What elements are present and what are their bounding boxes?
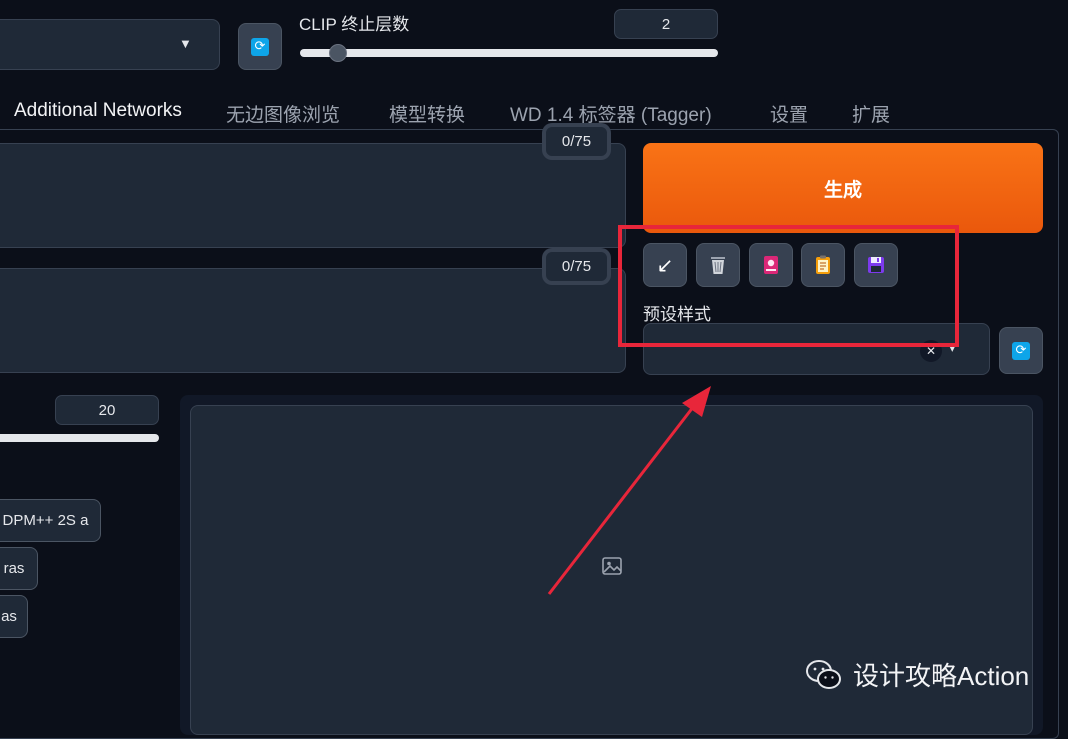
prompt-token-counter: 0/75 bbox=[545, 126, 608, 157]
negative-prompt-token-counter: 0/75 bbox=[545, 251, 608, 282]
refresh-icon: ⟳ bbox=[1012, 341, 1030, 360]
wechat-icon bbox=[806, 659, 841, 689]
generate-button-label: 生成 bbox=[823, 179, 862, 201]
clip-skip-label: CLIP 终止层数 bbox=[299, 15, 410, 34]
tab-tagger[interactable]: WD 1.4 标签器 (Tagger) bbox=[510, 100, 712, 127]
sampler-option[interactable]: as bbox=[0, 595, 28, 638]
generate-button[interactable]: 生成 bbox=[643, 143, 1043, 233]
watermark-text: 设计攻略Action bbox=[853, 661, 1030, 691]
highlight-box bbox=[618, 225, 959, 347]
tab-image-browser[interactable]: 无边图像浏览 bbox=[226, 100, 340, 127]
refresh-checkpoint-button[interactable]: ⟳ bbox=[238, 23, 282, 70]
tab-extensions[interactable]: 扩展 bbox=[852, 100, 890, 127]
clip-skip-slider-thumb[interactable] bbox=[328, 44, 347, 62]
tab-additional-networks[interactable]: Additional Networks bbox=[14, 100, 182, 122]
watermark: 设计攻略Action bbox=[805, 656, 1029, 693]
sampler-option[interactable]: ras bbox=[0, 547, 38, 590]
refresh-styles-button[interactable]: ⟳ bbox=[999, 327, 1043, 374]
sampler-option[interactable]: DPM++ 2S a bbox=[0, 499, 101, 542]
steps-value[interactable]: 20 bbox=[55, 395, 159, 425]
refresh-icon: ⟳ bbox=[251, 37, 269, 56]
checkpoint-dropdown[interactable]: ▼ bbox=[0, 19, 220, 70]
tab-model-convert[interactable]: 模型转换 bbox=[389, 100, 465, 127]
steps-slider[interactable] bbox=[0, 434, 159, 442]
prompt-textarea[interactable] bbox=[0, 143, 626, 248]
chevron-down-icon: ▼ bbox=[179, 36, 192, 51]
image-icon bbox=[602, 557, 622, 575]
tab-settings[interactable]: 设置 bbox=[770, 100, 808, 127]
negative-prompt-textarea[interactable] bbox=[0, 268, 626, 373]
clip-skip-slider[interactable] bbox=[300, 49, 718, 57]
clip-skip-value[interactable]: 2 bbox=[614, 9, 718, 39]
